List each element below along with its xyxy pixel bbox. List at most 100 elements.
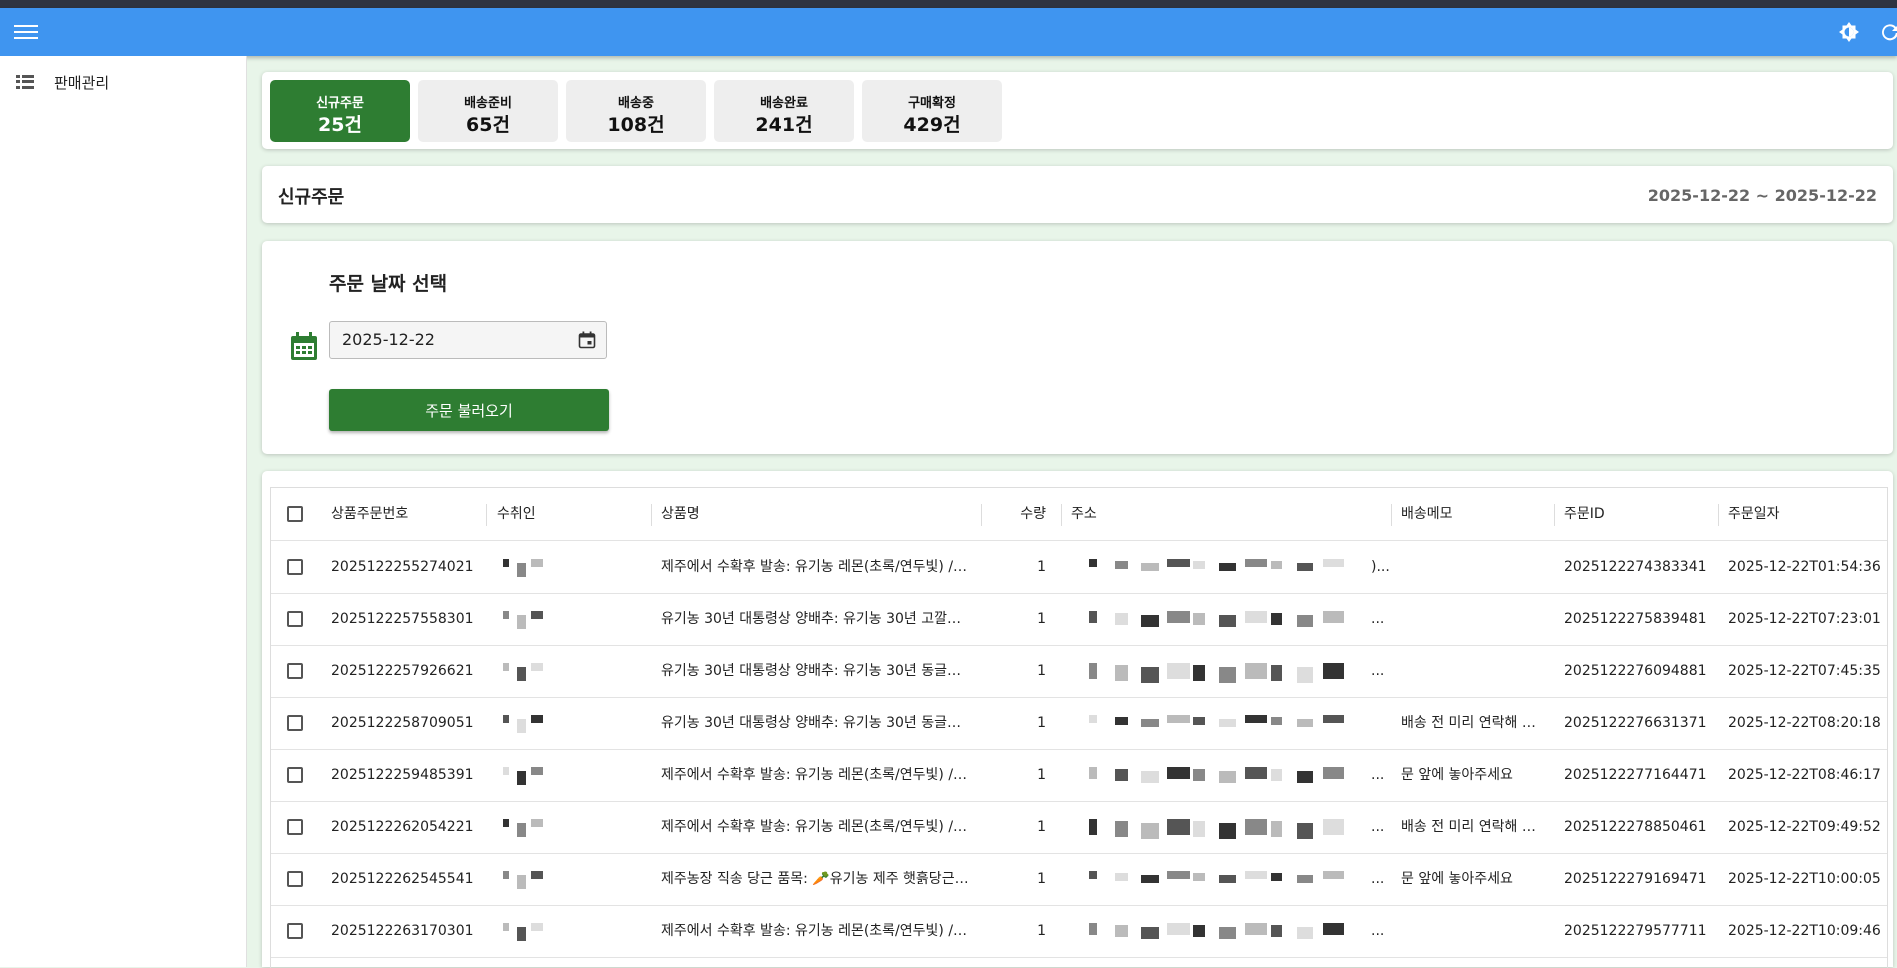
quantity: 1 [1037,611,1046,627]
row-checkbox[interactable] [287,611,303,627]
order-date: 2025-12-22T07:45:35 [1728,663,1881,679]
order-id: 2025122276631371 [1564,715,1707,731]
order-id: 2025122279577711 [1564,923,1707,939]
table-row[interactable]: 2025122262054221 제주에서 수확후 발송: 유기농 레몬(초록/연… [271,801,1887,854]
tab-count: 65건 [466,114,510,136]
column-header[interactable]: 배송메모 [1401,488,1551,540]
product-name: 제주에서 수확후 발송: 유기농 레몬(초록/연두빛) / 무... [661,819,971,835]
address-tail: ... [1371,767,1385,783]
order-date: 2025-12-22T07:23:01 [1728,611,1881,627]
tab-new-orders[interactable]: 신규주문 25건 [270,80,410,142]
table-row[interactable]: 2025122259485391 제주에서 수확후 발송: 유기농 레몬(초록/연… [271,749,1887,802]
menu-icon[interactable] [14,22,38,42]
tab-preparing[interactable]: 배송준비 65건 [418,80,558,142]
delivery-memo [1401,541,1546,593]
product-name: 제주에서 수확후 발송: 유기농 레몬(초록/연두빛) / 무... [661,559,971,575]
address-tail: )... [1371,559,1390,575]
order-number: 2025122259485391 [331,767,474,783]
table-row[interactable]: 2025122255274021 제주에서 수확후 발송: 유기농 레몬(초록/연… [271,541,1887,594]
row-checkbox[interactable] [287,559,303,575]
quantity: 1 [1037,663,1046,679]
sidebar-item-sales[interactable]: 판매관리 [16,70,109,94]
list-icon [16,75,34,89]
sidebar-item-label: 판매관리 [54,73,110,92]
order-number: 2025122262545541 [331,871,474,887]
product-name: 제주농장 직송 당근 품목: 🥕유기농 제주 햇흙당근 / ... [661,871,971,887]
delivery-memo: 문 앞에 놓아주세요 [1401,767,1513,783]
section-header: 신규주문 2025-12-22 ~ 2025-12-22 [262,166,1893,223]
order-date: 2025-12-22T08:46:17 [1728,767,1881,783]
orders-table: 상품주문번호 수취인 상품명 수량 주소 배송메모 주문ID 주문일자 2025… [270,487,1888,968]
address-tail: ... [1371,819,1385,835]
orders-table-card: 상품주문번호 수취인 상품명 수량 주소 배송메모 주문ID 주문일자 2025… [262,471,1893,968]
address-tail: ... [1371,663,1385,679]
select-all-checkbox[interactable] [287,506,303,522]
column-header[interactable]: 주문ID [1564,488,1714,540]
section-title: 신규주문 [278,187,345,208]
tab-count: 108건 [607,114,665,136]
quantity: 1 [1037,715,1046,731]
calendar-icon [291,332,317,360]
order-date-input[interactable]: 2025-12-22 [329,321,607,359]
row-checkbox[interactable] [287,923,303,939]
product-name: 제주에서 수확후 발송: 유기농 레몬(초록/연두빛) / 무... [661,767,971,783]
quantity: 1 [1037,923,1046,939]
order-id: 2025122279169471 [1564,871,1707,887]
product-name: 제주에서 수확후 발송: 유기농 레몬(초록/연두빛) / 무... [661,923,971,939]
order-id: 2025122277164471 [1564,767,1707,783]
order-date: 2025-12-22T10:00:05 [1728,871,1881,887]
table-header: 상품주문번호 수취인 상품명 수량 주소 배송메모 주문ID 주문일자 [271,488,1887,541]
delivery-memo: 배송 전 미리 연락해 주... [1401,819,1546,835]
row-checkbox[interactable] [287,715,303,731]
date-range: 2025-12-22 ~ 2025-12-22 [1647,186,1877,205]
table-row[interactable]: 2025122262545541 제주농장 직송 당근 품목: 🥕유기농 제주 햇… [271,853,1887,906]
delivery-memo [1401,593,1546,645]
product-name: 유기농 30년 대통령상 양배추: 유기농 30년 동글양배... [661,715,971,731]
tab-delivered[interactable]: 배송완료 241건 [714,80,854,142]
column-header[interactable]: 주문일자 [1728,488,1883,540]
tab-label: 신규주문 [316,96,364,111]
date-picker-heading: 주문 날짜 선택 [329,273,448,295]
order-date-value: 2025-12-22 [342,330,435,349]
delivery-memo: 배송 전 미리 연락해 주... [1401,715,1546,731]
order-date: 2025-12-22T01:54:36 [1728,559,1881,575]
tab-shipping[interactable]: 배송중 108건 [566,80,706,142]
column-header[interactable]: 수량 [991,488,1046,540]
product-name: 유기농 30년 대통령상 양배추: 유기농 30년 고깔양배... [661,611,971,627]
table-row[interactable]: 2025122258709051 유기농 30년 대통령상 양배추: 유기농 30… [271,697,1887,750]
tab-confirmed[interactable]: 구매확정 429건 [862,80,1002,142]
order-id: 2025122274383341 [1564,559,1707,575]
date-picker-icon[interactable] [578,331,596,349]
delivery-memo [1401,905,1546,957]
column-header[interactable]: 상품명 [661,488,961,540]
load-orders-button[interactable]: 주문 불러오기 [329,389,609,431]
row-checkbox[interactable] [287,871,303,887]
order-number: 2025122255274021 [331,559,474,575]
table-row[interactable]: 2025122257926621 유기농 30년 대통령상 양배추: 유기농 30… [271,645,1887,698]
date-picker-card: 주문 날짜 선택 2025-12-22 주문 불러오기 [262,241,1893,454]
refresh-icon[interactable] [1878,20,1897,44]
delivery-memo [1401,645,1546,697]
address-tail [1371,697,1391,749]
delivery-memo: 문 앞에 놓아주세요 [1401,871,1513,887]
brightness-icon[interactable] [1837,20,1861,44]
table-row[interactable]: 2025122263170301 제주에서 수확후 발송: 유기농 레몬(초록/연… [271,905,1887,958]
tab-label: 구매확정 [908,96,956,111]
order-id: 2025122276094881 [1564,663,1707,679]
order-number: 2025122258709051 [331,715,474,731]
column-header[interactable]: 상품주문번호 [331,488,481,540]
table-row[interactable]: 2025122257558301 유기농 30년 대통령상 양배추: 유기농 30… [271,593,1887,646]
column-header[interactable]: 수취인 [497,488,647,540]
tab-label: 배송완료 [760,96,808,111]
row-checkbox[interactable] [287,663,303,679]
row-checkbox[interactable] [287,767,303,783]
address-tail: ... [1371,923,1385,939]
row-checkbox[interactable] [287,819,303,835]
address-tail: ... [1371,871,1385,887]
column-header[interactable]: 주소 [1071,488,1371,540]
quantity: 1 [1037,559,1046,575]
order-id: 2025122275839481 [1564,611,1707,627]
order-number: 2025122262054221 [331,819,474,835]
order-number: 2025122257558301 [331,611,474,627]
window-top-strip [0,0,1897,8]
